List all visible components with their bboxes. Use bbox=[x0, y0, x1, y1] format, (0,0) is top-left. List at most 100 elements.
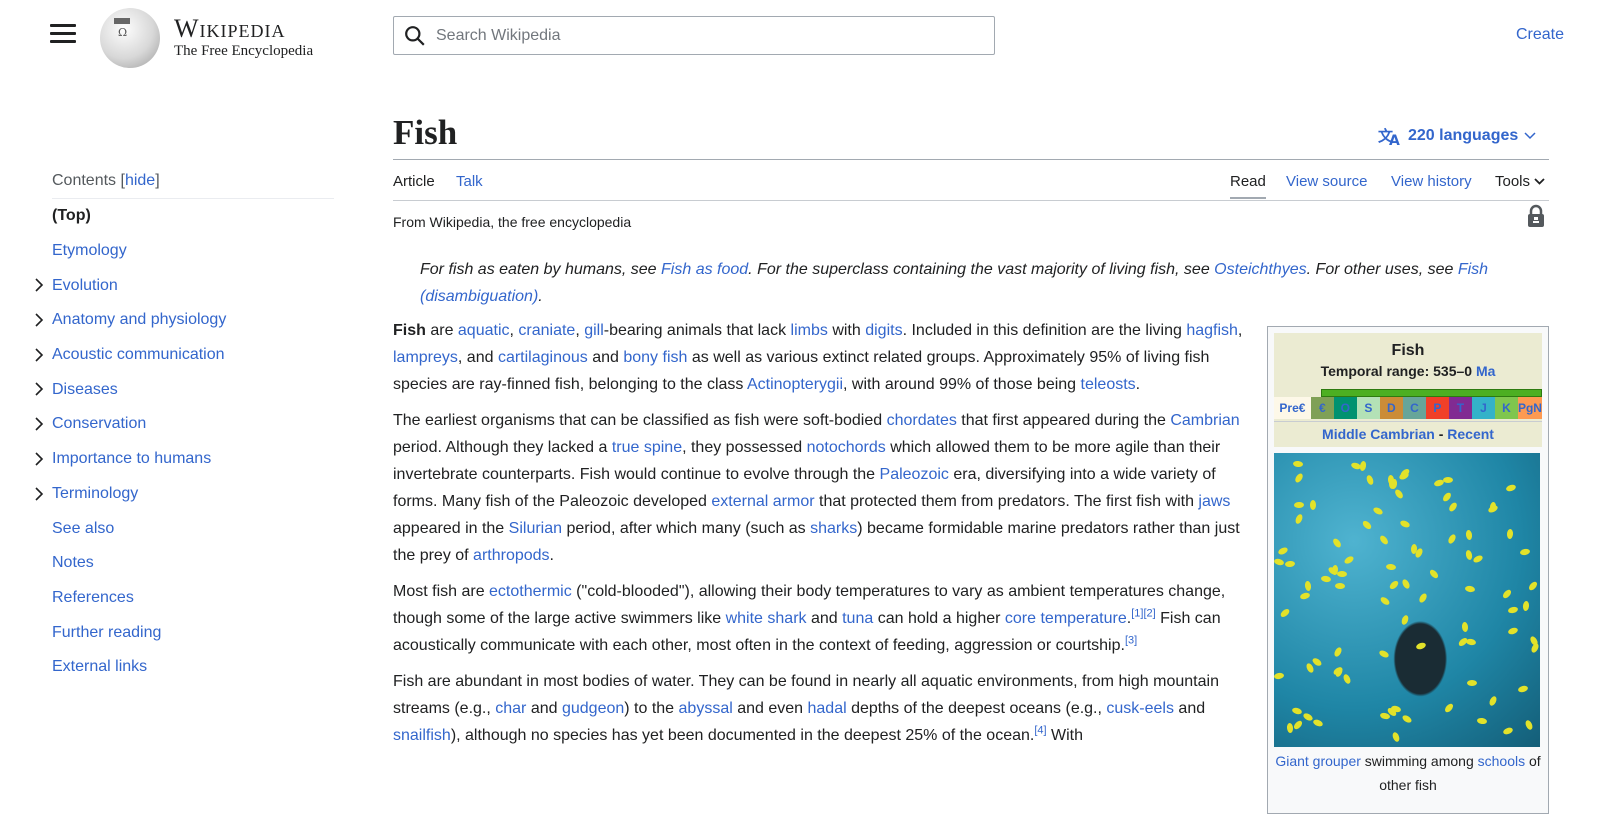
chevron-right-icon[interactable] bbox=[32, 486, 46, 501]
article-link[interactable]: arthropods bbox=[473, 547, 550, 564]
article-link[interactable]: sharks bbox=[810, 520, 857, 537]
wikipedia-logo[interactable]: Wikipedia The Free Encyclopedia bbox=[100, 8, 313, 68]
giant-grouper-image[interactable] bbox=[1274, 453, 1540, 747]
article-link[interactable]: Cambrian bbox=[1170, 412, 1239, 429]
hatnote-link[interactable]: Fish as food bbox=[661, 261, 748, 278]
geologic-period-link[interactable]: PgN bbox=[1517, 397, 1542, 419]
article-link[interactable]: hadal bbox=[808, 700, 847, 717]
toc-item[interactable]: Diseases bbox=[35, 372, 334, 407]
geologic-period-link[interactable]: O bbox=[1333, 397, 1357, 419]
geologic-period-link[interactable]: C bbox=[1402, 397, 1426, 419]
toc-hide-link[interactable]: hide bbox=[125, 172, 155, 189]
article-link[interactable]: limbs bbox=[791, 322, 828, 339]
svg-text:A: A bbox=[1389, 133, 1400, 146]
article-link[interactable]: cusk-eels bbox=[1106, 700, 1174, 717]
geologic-period-link[interactable]: J bbox=[1471, 397, 1495, 419]
citation-link[interactable]: [1] bbox=[1131, 608, 1143, 620]
geologic-period-link[interactable]: K bbox=[1494, 397, 1518, 419]
toc-item-label: Further reading bbox=[52, 623, 162, 641]
school-fish bbox=[1278, 607, 1291, 619]
search-box[interactable] bbox=[393, 16, 995, 55]
create-account-link[interactable]: Create bbox=[1516, 26, 1564, 44]
article-link[interactable]: Actinopterygii bbox=[747, 376, 843, 393]
school-fish bbox=[1461, 622, 1469, 633]
article-link[interactable]: snailfish bbox=[393, 727, 451, 744]
citation-link[interactable]: [2] bbox=[1143, 608, 1155, 620]
citation-link[interactable]: [4] bbox=[1034, 725, 1046, 737]
school-fish bbox=[1309, 500, 1316, 511]
tab-talk[interactable]: Talk bbox=[456, 173, 483, 190]
toc-item[interactable]: Conservation bbox=[35, 407, 334, 442]
article-link[interactable]: abyssal bbox=[679, 700, 733, 717]
article-link[interactable]: lampreys bbox=[393, 349, 458, 366]
geologic-period-link[interactable]: T bbox=[1448, 397, 1472, 419]
article-link[interactable]: bony fish bbox=[623, 349, 687, 366]
geologic-period-link[interactable]: P bbox=[1425, 397, 1449, 419]
geologic-period-link[interactable]: S bbox=[1356, 397, 1380, 419]
geologic-period-link[interactable]: D bbox=[1379, 397, 1403, 419]
chevron-right-icon[interactable] bbox=[32, 278, 46, 292]
tab-read[interactable]: Read bbox=[1230, 173, 1266, 199]
article-link[interactable]: char bbox=[495, 700, 526, 717]
article-link[interactable]: hagfish bbox=[1186, 322, 1238, 339]
toc-item[interactable]: (Top) bbox=[36, 199, 334, 234]
article-link[interactable]: aquatic bbox=[458, 322, 510, 339]
chevron-right-icon[interactable] bbox=[32, 382, 46, 397]
search-input[interactable] bbox=[436, 26, 976, 45]
article-link[interactable]: chordates bbox=[887, 412, 957, 429]
article-link[interactable]: notochords bbox=[807, 439, 886, 456]
school-fish bbox=[1506, 528, 1514, 540]
toc-item[interactable]: Acoustic communication bbox=[35, 338, 334, 373]
citation-link[interactable]: [3] bbox=[1125, 635, 1137, 647]
article-link[interactable]: Paleozoic bbox=[880, 466, 949, 483]
article-link[interactable]: tuna bbox=[842, 610, 873, 627]
tagline: The Free Encyclopedia bbox=[174, 43, 314, 59]
tools-menu[interactable]: Tools bbox=[1495, 173, 1545, 190]
chevron-right-icon[interactable] bbox=[32, 452, 46, 466]
article-link[interactable]: digits bbox=[865, 322, 902, 339]
translate-icon: 文A bbox=[1378, 127, 1400, 146]
toc-item[interactable]: See also bbox=[36, 511, 334, 546]
article-link[interactable]: craniate bbox=[518, 322, 575, 339]
caption-link[interactable]: schools bbox=[1478, 753, 1525, 769]
toc-item[interactable]: Anatomy and physiology bbox=[35, 303, 334, 338]
article-link[interactable]: jaws bbox=[1198, 493, 1230, 510]
article-link[interactable]: external armor bbox=[711, 493, 814, 510]
article-link[interactable]: Silurian bbox=[509, 520, 562, 537]
lock-icon[interactable] bbox=[1526, 204, 1546, 228]
chevron-right-icon[interactable] bbox=[32, 348, 46, 362]
article-link[interactable]: ectothermic bbox=[489, 583, 572, 600]
article-link[interactable]: cartilaginous bbox=[498, 349, 588, 366]
tab-view-history[interactable]: View history bbox=[1391, 173, 1472, 190]
chevron-right-icon[interactable] bbox=[32, 313, 46, 327]
article-link[interactable]: core temperature bbox=[1005, 610, 1127, 627]
article-link[interactable]: true spine bbox=[612, 439, 682, 456]
page-title: Fish bbox=[393, 113, 458, 152]
languages-button[interactable]: 文A 220 languages bbox=[1378, 126, 1536, 146]
toc-item[interactable]: Evolution bbox=[35, 268, 334, 303]
tab-article[interactable]: Article bbox=[393, 173, 435, 190]
toc-item[interactable]: References bbox=[36, 581, 334, 616]
toc-item[interactable]: Etymology bbox=[36, 234, 334, 269]
article-link[interactable]: teleosts bbox=[1081, 376, 1136, 393]
toc-item[interactable]: Importance to humans bbox=[35, 442, 334, 477]
tab-view-source[interactable]: View source bbox=[1286, 173, 1367, 190]
article-link[interactable]: gudgeon bbox=[562, 700, 624, 717]
toc-item[interactable]: Further reading bbox=[36, 615, 334, 650]
caption-link[interactable]: Giant grouper bbox=[1275, 753, 1361, 769]
geologic-period-link[interactable]: Pre€ bbox=[1274, 397, 1311, 419]
main-menu-button[interactable] bbox=[50, 24, 76, 46]
image-caption: Giant grouper swimming among schools of … bbox=[1275, 753, 1541, 793]
chevron-right-icon[interactable] bbox=[32, 417, 46, 431]
hatnote-link[interactable]: Osteichthyes bbox=[1214, 261, 1306, 278]
article-link[interactable]: gill bbox=[584, 322, 604, 339]
span-end-link[interactable]: Recent bbox=[1447, 426, 1494, 442]
geologic-period-link[interactable]: € bbox=[1310, 397, 1334, 419]
toc-item[interactable]: External links bbox=[36, 650, 334, 685]
span-start-link[interactable]: Middle Cambrian bbox=[1322, 426, 1435, 442]
chevron-down-icon bbox=[1524, 132, 1536, 140]
article-link[interactable]: white shark bbox=[726, 610, 807, 627]
ma-link[interactable]: Ma bbox=[1476, 363, 1495, 379]
toc-item[interactable]: Terminology bbox=[35, 477, 334, 512]
toc-item[interactable]: Notes bbox=[36, 546, 334, 581]
